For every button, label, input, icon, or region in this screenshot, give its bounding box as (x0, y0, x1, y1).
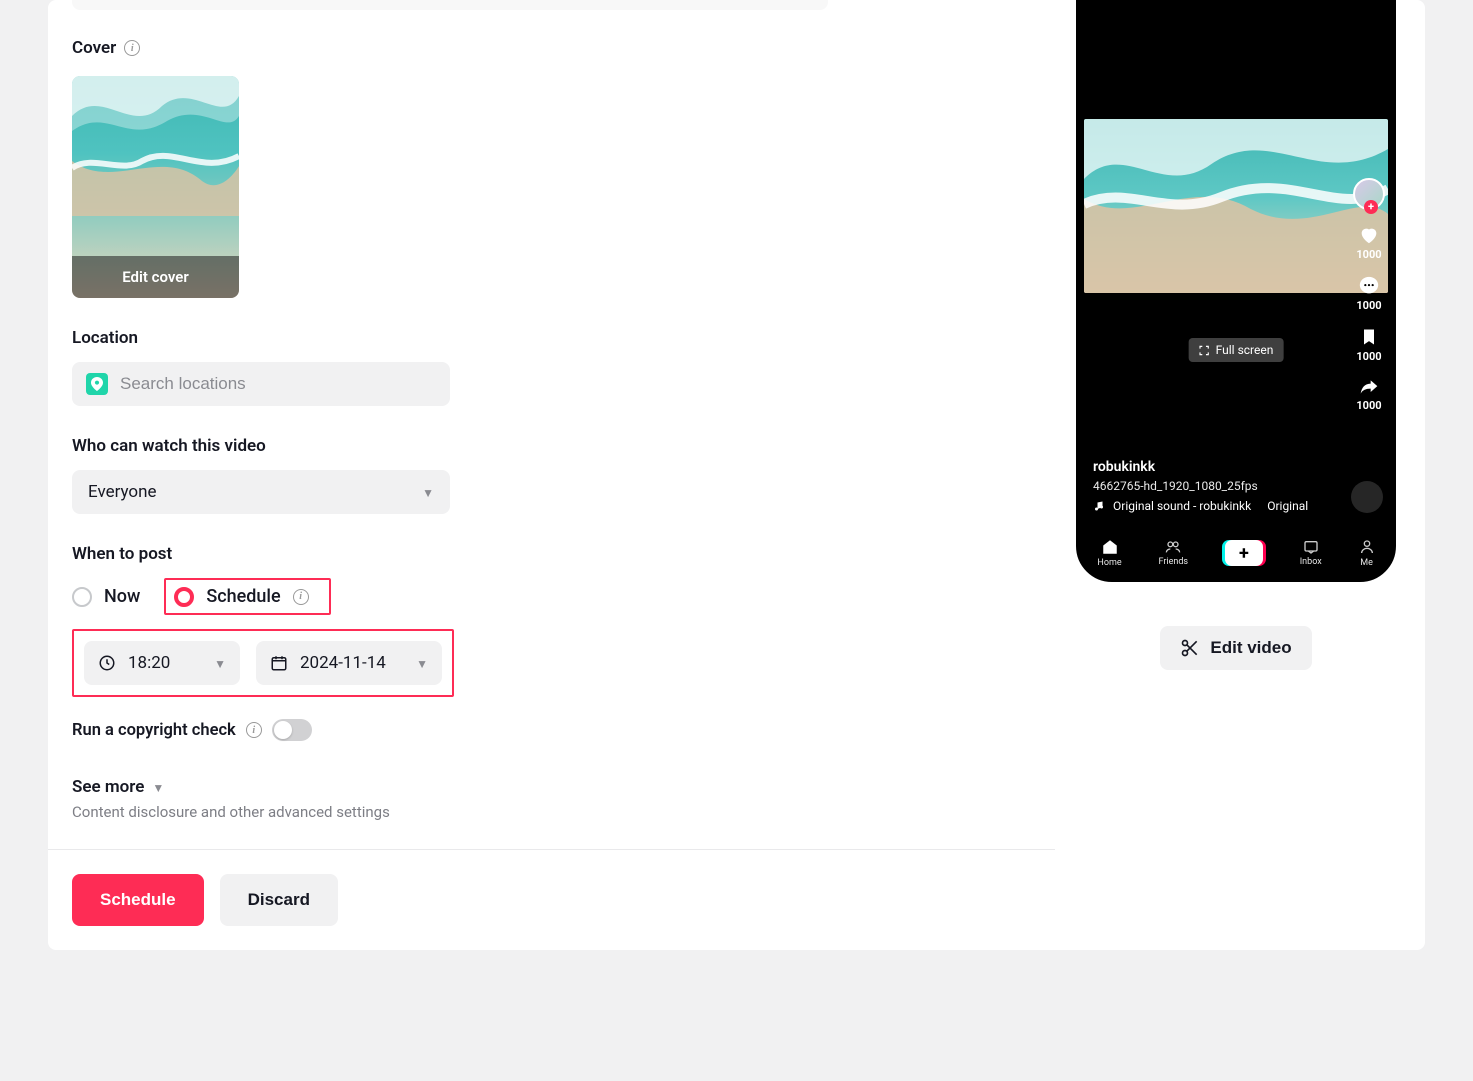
friends-icon (1163, 539, 1183, 555)
nav-home[interactable]: Home (1097, 538, 1121, 568)
scissors-icon (1180, 638, 1200, 658)
radio-option-now[interactable]: Now (72, 586, 140, 607)
chevron-down-icon: ▼ (214, 657, 226, 671)
divider (48, 849, 1055, 850)
schedule-datetime-highlight: 18:20 ▼ 2024-11-14 ▼ (72, 629, 454, 697)
location-search-input[interactable] (72, 362, 450, 406)
copyright-toggle[interactable] (272, 719, 312, 741)
preview-filename: 4662765-hd_1920_1080_25fps (1093, 479, 1308, 493)
edit-cover-button[interactable]: Edit cover (72, 256, 239, 298)
info-icon[interactable]: i (124, 40, 140, 56)
see-more-toggle[interactable]: See more ▼ (72, 777, 1031, 797)
radio-now-label: Now (104, 586, 140, 607)
share-icon (1358, 377, 1380, 397)
see-more-subtitle: Content disclosure and other advanced se… (72, 803, 1031, 821)
edit-video-button[interactable]: Edit video (1160, 626, 1311, 670)
calendar-icon (270, 654, 288, 672)
chevron-down-icon: ▼ (416, 657, 428, 671)
follow-plus-icon[interactable]: + (1364, 200, 1378, 214)
privacy-selected-value: Everyone (88, 482, 157, 502)
sound-disc[interactable] (1351, 481, 1383, 513)
privacy-label: Who can watch this video (72, 436, 1031, 456)
cover-thumbnail[interactable]: Edit cover (72, 76, 239, 298)
comment-stat[interactable]: 1000 (1356, 275, 1381, 312)
privacy-select[interactable]: Everyone ▼ (72, 470, 450, 514)
caption-input-collapsed[interactable] (72, 0, 828, 10)
heart-icon (1358, 224, 1380, 246)
phone-bottom-nav: Home Friends + Inbox Me (1079, 527, 1393, 579)
nav-me[interactable]: Me (1359, 538, 1375, 568)
comment-icon (1358, 275, 1380, 297)
share-stat[interactable]: 1000 (1356, 377, 1381, 412)
nav-friends[interactable]: Friends (1158, 539, 1188, 567)
fullscreen-icon (1199, 345, 1210, 356)
bookmark-stat[interactable]: 1000 (1356, 326, 1381, 363)
phone-preview: + 1000 1000 1000 1000 (1076, 0, 1396, 582)
bookmark-icon (1359, 326, 1379, 348)
when-to-post-label: When to post (72, 544, 1031, 564)
cover-label: Cover i (72, 38, 1031, 58)
radio-on-icon (174, 587, 194, 607)
schedule-date-select[interactable]: 2024-11-14 ▼ (256, 641, 442, 685)
radio-off-icon (72, 587, 92, 607)
preview-username: robukinkk (1093, 459, 1308, 475)
info-icon[interactable]: i (246, 722, 262, 738)
chevron-down-icon: ▼ (422, 486, 434, 500)
radio-schedule-label: Schedule (206, 586, 280, 607)
fullscreen-button[interactable]: Full screen (1189, 338, 1284, 362)
discard-button[interactable]: Discard (220, 874, 338, 926)
video-preview-frame (1084, 119, 1388, 293)
preview-sound: Original sound - robukinkk Original (1093, 499, 1308, 513)
schedule-time-select[interactable]: 18:20 ▼ (84, 641, 240, 685)
nav-upload-button[interactable]: + (1225, 540, 1263, 566)
inbox-icon (1302, 539, 1320, 555)
schedule-date-value: 2024-11-14 (300, 653, 386, 673)
schedule-button[interactable]: Schedule (72, 874, 204, 926)
preview-avatar[interactable]: + (1353, 178, 1385, 210)
like-stat[interactable]: 1000 (1356, 224, 1381, 261)
schedule-time-value: 18:20 (128, 653, 170, 673)
clock-icon (98, 654, 116, 672)
profile-icon (1359, 538, 1375, 556)
cover-label-text: Cover (72, 38, 116, 58)
nav-inbox[interactable]: Inbox (1300, 539, 1322, 567)
info-icon[interactable]: i (293, 589, 309, 605)
home-icon (1101, 538, 1119, 556)
location-pin-icon (86, 373, 108, 395)
radio-option-schedule[interactable]: Schedule i (174, 586, 308, 607)
location-label: Location (72, 328, 1031, 348)
see-more-label: See more (72, 777, 144, 797)
music-note-icon (1093, 500, 1105, 512)
location-input-field[interactable] (120, 374, 436, 394)
copyright-label: Run a copyright check (72, 721, 236, 740)
chevron-down-icon: ▼ (152, 781, 164, 795)
radio-option-schedule-highlight: Schedule i (164, 578, 330, 615)
